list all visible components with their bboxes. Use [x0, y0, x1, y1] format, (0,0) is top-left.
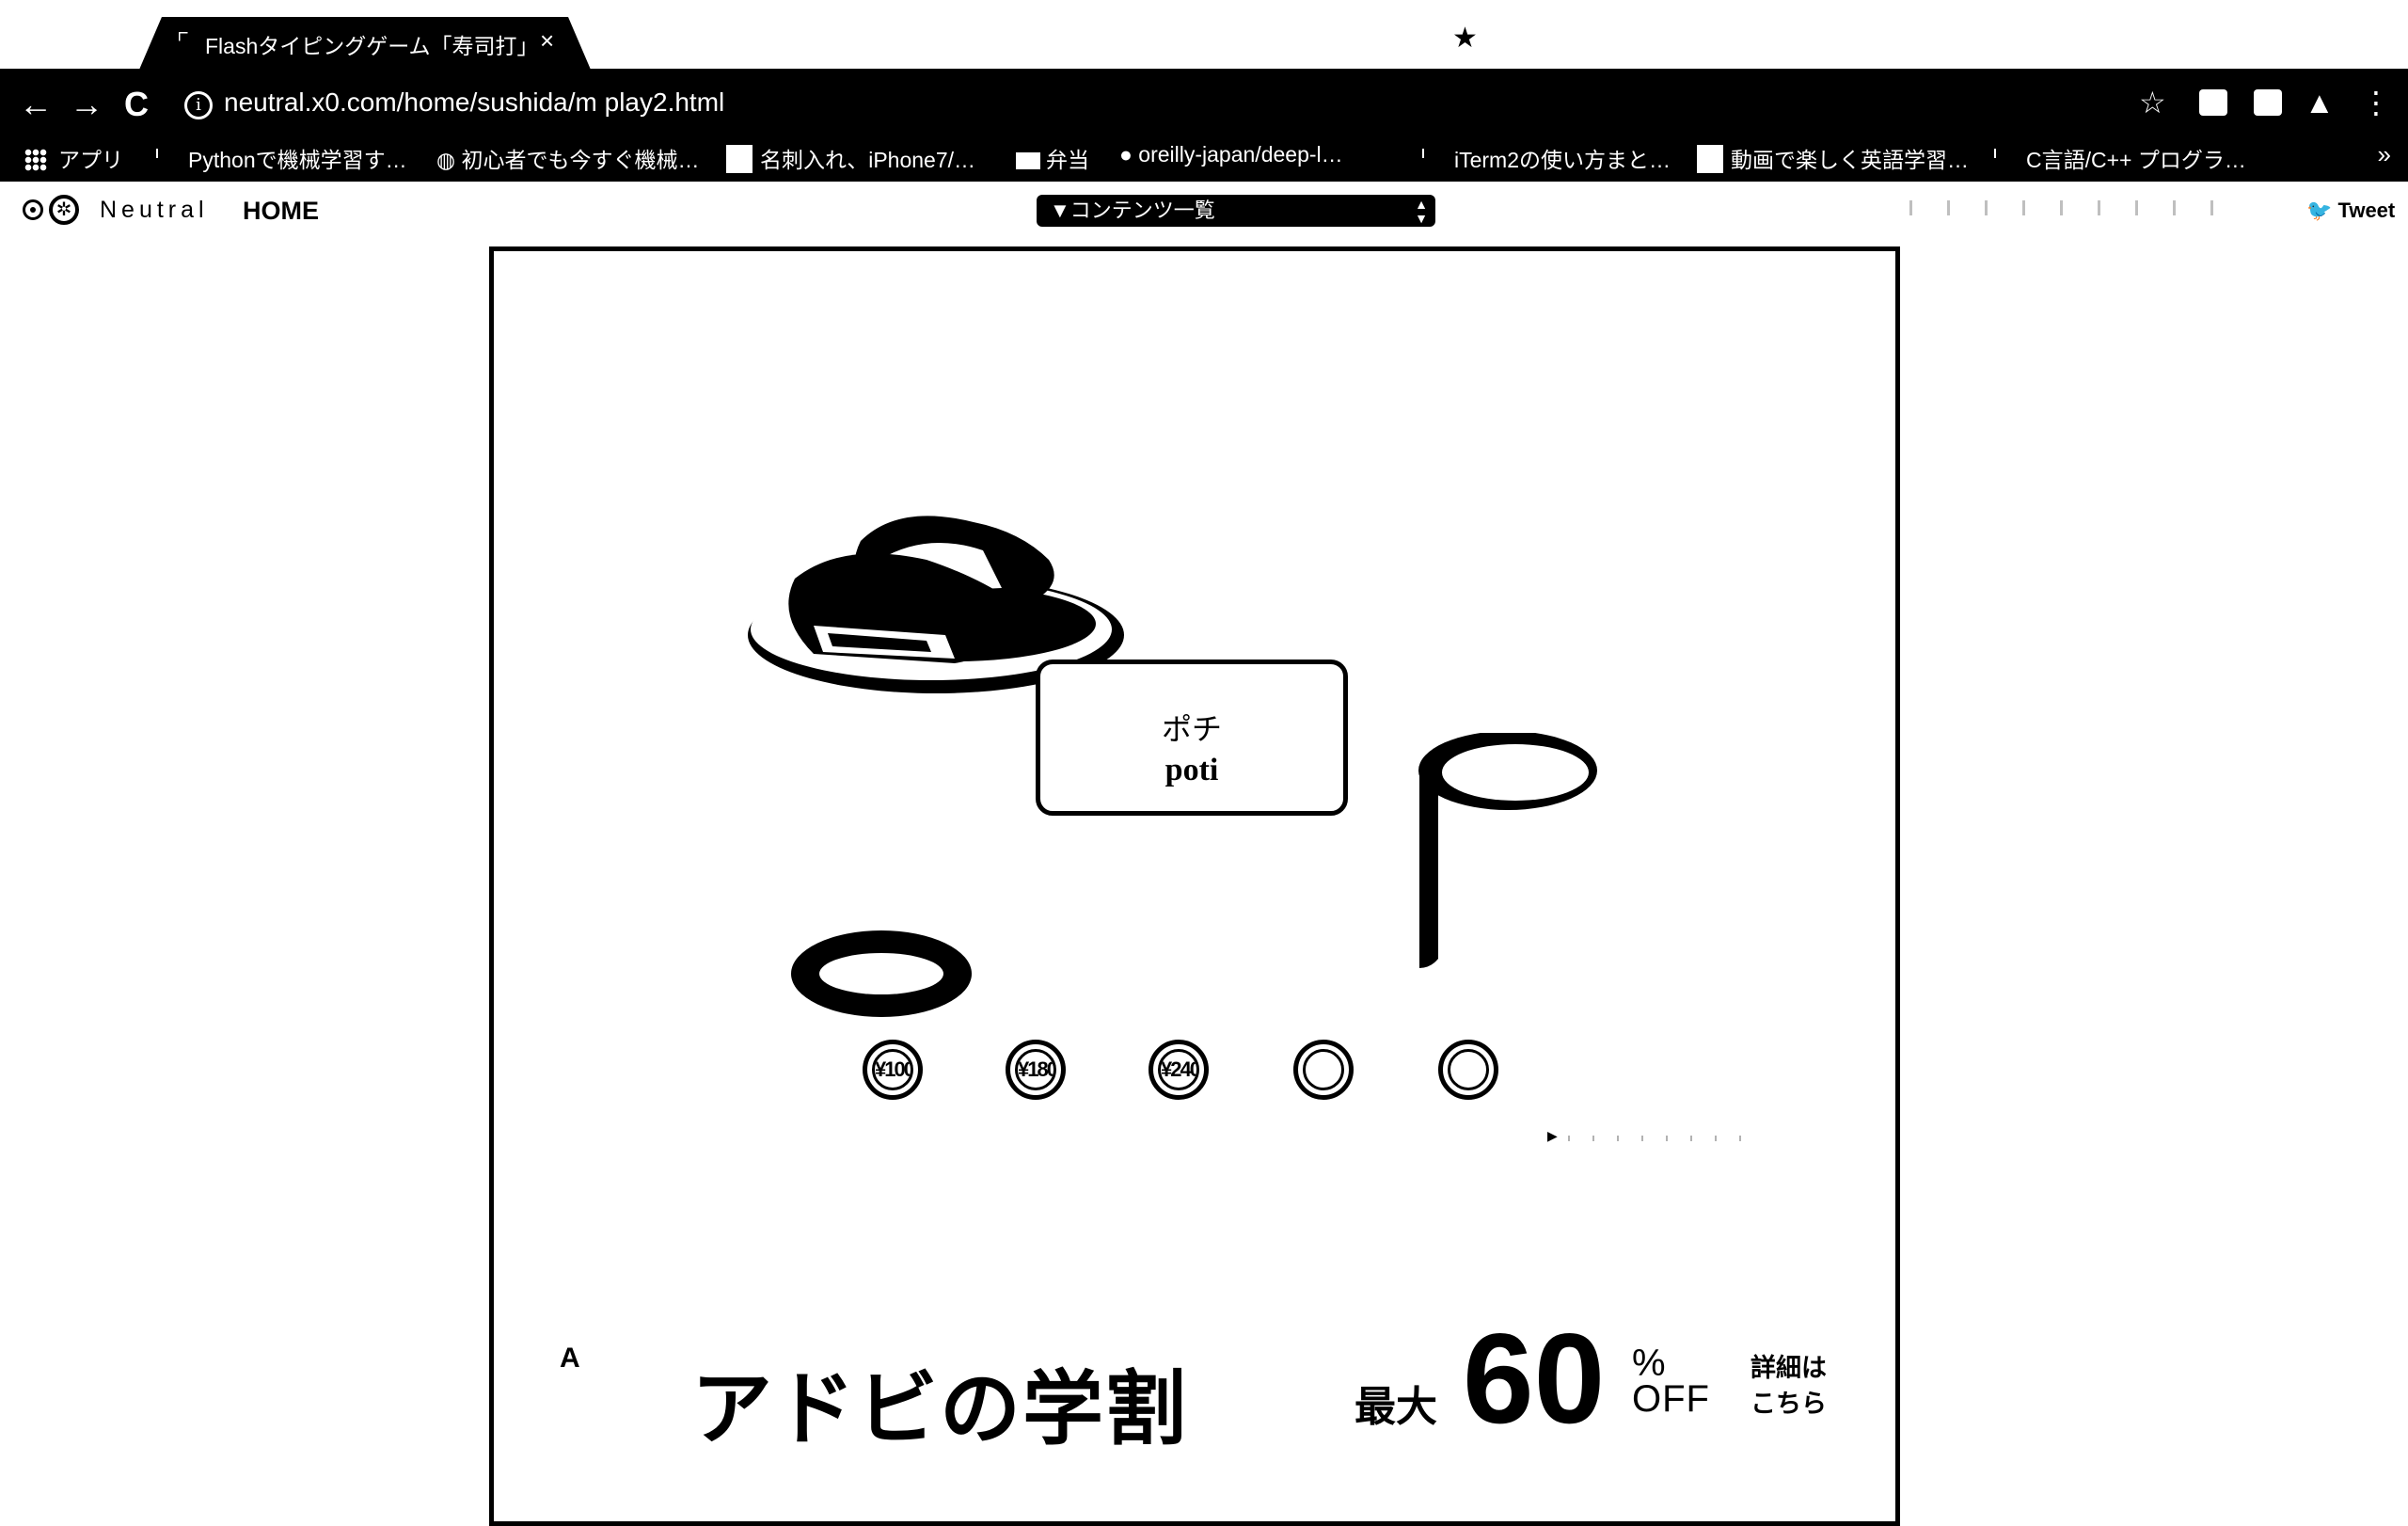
bookmark-item[interactable]: ● oreilly-japan/deep-l… — [1119, 142, 1343, 167]
forward-icon[interactable]: → — [70, 87, 103, 121]
contents-select[interactable]: ▼コンテンツ一覧 ▲ ▼ — [1037, 195, 1435, 227]
site-logo[interactable]: ✲ Neutral — [23, 195, 209, 225]
bookmark-label: oreilly-japan/deep-l… — [1138, 142, 1343, 167]
select-arrows-icon: ▲ ▼ — [1415, 197, 1428, 226]
coin-empty — [1438, 1040, 1498, 1100]
page-icon: ◍ — [436, 148, 462, 172]
bookmark-item[interactable]: 動画で楽しく英語学習… — [1697, 142, 1969, 174]
extension-icon-2[interactable] — [2254, 89, 2282, 116]
page-icon — [1422, 149, 1434, 158]
coin-label: ¥180 — [1015, 1049, 1056, 1090]
tweet-label: Tweet — [2337, 199, 2396, 222]
bookmark-label: アプリ — [58, 148, 123, 172]
coin-label — [1448, 1049, 1489, 1090]
menu-icon[interactable]: ⋮ — [2361, 87, 2391, 118]
address-bar[interactable]: neutral.x0.com/home/sushida/m play2.html — [224, 87, 724, 118]
tab-close-icon[interactable]: × — [540, 26, 554, 56]
ad-max-label: 最大 — [1354, 1384, 1437, 1430]
tea-cup-image — [1418, 733, 1597, 968]
coin-240: ¥240 — [1149, 1040, 1209, 1100]
bookmark-folder[interactable]: 弁当 — [1016, 142, 1089, 174]
ad-details-link[interactable]: 詳細はこちら — [1751, 1350, 1845, 1422]
bookmark-label: 初心者でも今すぐ機械… — [461, 148, 700, 172]
ad-percent: % — [1632, 1343, 1666, 1384]
github-icon: ● — [1119, 142, 1139, 167]
logo-text: Neutral — [100, 196, 209, 223]
site-info-icon[interactable]: i — [184, 91, 213, 119]
bookmarks-bar: アプリ Pythonで機械学習す… ◍ 初心者でも今すぐ機械… 名刺入れ、iPh… — [0, 135, 2408, 180]
bookmark-star-icon[interactable]: ☆ — [2139, 87, 2166, 118]
bookmark-label: Pythonで機械学習す… — [188, 148, 407, 172]
tab-strip: Flashタイピングゲーム「寿司打」 × ★ — [0, 0, 2408, 70]
social-buttons — [1909, 200, 2229, 215]
tab-title: Flashタイピングゲーム「寿司打」 — [205, 34, 539, 58]
page-icon — [156, 149, 167, 158]
home-link[interactable]: HOME — [243, 197, 319, 226]
adobe-logo-icon[interactable]: A — [560, 1343, 580, 1375]
bookmark-item[interactable]: ◍ 初心者でも今すぐ機械… — [436, 142, 699, 174]
site-header: ✲ Neutral HOME ▼コンテンツ一覧 ▲ ▼ 🐦 Tweet — [0, 182, 2408, 238]
tweet-button[interactable]: 🐦 Tweet — [2306, 199, 2395, 223]
pinned-star-icon: ★ — [1452, 23, 1478, 54]
coin-100: ¥100 — [863, 1040, 923, 1100]
back-icon[interactable]: ← — [19, 87, 53, 121]
bookmark-label: C言語/C++ プログラ… — [2026, 148, 2246, 172]
bookmarks-overflow-icon[interactable]: » — [2378, 140, 2391, 169]
empty-plate-image — [791, 930, 972, 1017]
tab-favicon-icon — [179, 32, 188, 41]
bookmark-label: 弁当 — [1046, 148, 1089, 172]
page-icon — [1697, 145, 1723, 173]
bookmark-item[interactable]: iTerm2の使い方まと… — [1422, 142, 1671, 174]
browser-toolbar: ← → C i neutral.x0.com/home/sushida/m pl… — [0, 69, 2408, 182]
twitter-bird-icon: 🐦 — [2306, 199, 2333, 222]
coin-label: ¥100 — [872, 1049, 913, 1090]
drive-icon[interactable]: ▲ — [2305, 87, 2335, 118]
course-info — [1568, 1136, 1756, 1141]
ad-off: OFF — [1632, 1378, 1710, 1420]
contents-select-value: ▼コンテンツ一覧 — [1050, 199, 1215, 222]
folder-icon — [1016, 152, 1040, 169]
reload-icon[interactable]: C — [124, 87, 149, 121]
bookmark-label: iTerm2の使い方まと… — [1454, 148, 1671, 172]
coin-label: ¥240 — [1158, 1049, 1199, 1090]
ad-headline[interactable]: アドビの学割 — [691, 1343, 1188, 1460]
bookmark-item[interactable]: C言語/C++ プログラ… — [1994, 142, 2246, 174]
extension-icon[interactable] — [2199, 89, 2227, 116]
logo-dot-icon — [23, 199, 43, 220]
word-card: ポチ poti — [1036, 660, 1348, 816]
bookmark-item[interactable]: Pythonで機械学習す… — [156, 142, 407, 174]
apps-grid-icon — [24, 149, 47, 171]
play-triangle-icon: ▶ — [1547, 1128, 1558, 1143]
bookmark-item[interactable]: 名刺入れ、iPhone7/… — [726, 142, 975, 174]
bookmark-label: 動画で楽しく英語学習… — [1731, 148, 1969, 172]
page-icon — [1994, 149, 2005, 158]
coin-180: ¥180 — [1006, 1040, 1066, 1100]
word-romaji: poti — [1164, 753, 1219, 787]
ad-discount-number: 60 — [1463, 1307, 1606, 1450]
page-icon — [726, 145, 752, 173]
word-kana: ポチ — [1161, 711, 1222, 747]
coin-empty — [1293, 1040, 1354, 1100]
logo-gear-icon: ✲ — [49, 195, 79, 225]
active-tab[interactable]: Flashタイピングゲーム「寿司打」 × — [139, 17, 591, 70]
game-canvas[interactable]: ポチ poti ¥100 ¥180 ¥240 ▶ A アドビの学割 最大 60 … — [489, 246, 1900, 1526]
coin-label — [1303, 1049, 1344, 1090]
bookmark-label: 名刺入れ、iPhone7/… — [760, 148, 976, 172]
bookmark-apps[interactable]: アプリ — [24, 142, 123, 174]
